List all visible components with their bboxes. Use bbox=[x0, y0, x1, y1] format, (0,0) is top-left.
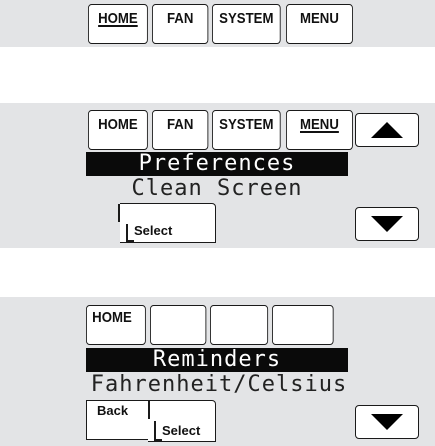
blank-softkey-4[interactable] bbox=[272, 305, 334, 345]
back-button[interactable]: Back bbox=[86, 400, 152, 440]
select-button[interactable]: Select bbox=[148, 400, 216, 442]
home-softkey[interactable]: HOME bbox=[86, 305, 146, 345]
menu-softkey[interactable]: MENU bbox=[286, 4, 353, 44]
menu-item-next[interactable]: Clean Screen bbox=[86, 177, 348, 201]
thermostat-panel-home: HOME FAN SYSTEM MENU bbox=[0, 0, 435, 47]
select-button[interactable]: Select bbox=[118, 203, 216, 243]
triangle-up-icon bbox=[371, 122, 403, 138]
triangle-down-icon bbox=[371, 414, 403, 430]
system-softkey[interactable]: SYSTEM bbox=[212, 110, 281, 150]
blank-softkey-3[interactable] bbox=[210, 305, 269, 345]
menu-item-highlighted[interactable]: Preferences bbox=[86, 152, 348, 176]
menu-item-highlighted[interactable]: Reminders bbox=[86, 348, 348, 372]
system-softkey[interactable]: SYSTEM bbox=[212, 4, 281, 44]
triangle-down-icon bbox=[371, 216, 403, 232]
scroll-up-button[interactable] bbox=[355, 113, 419, 147]
home-softkey[interactable]: HOME bbox=[88, 110, 148, 150]
menu-softkey[interactable]: MENU bbox=[286, 110, 353, 150]
blank-softkey-2[interactable] bbox=[150, 305, 207, 345]
thermostat-panel-menu: HOME FAN SYSTEM MENU Preferences Clean S… bbox=[0, 103, 435, 248]
home-softkey[interactable]: HOME bbox=[88, 4, 148, 44]
thermostat-panel-preferences: HOME Reminders Fahrenheit/Celsius Back S… bbox=[0, 297, 435, 446]
fan-softkey[interactable]: FAN bbox=[152, 4, 209, 44]
scroll-down-button[interactable] bbox=[355, 207, 419, 241]
menu-item-next[interactable]: Fahrenheit/Celsius bbox=[84, 373, 354, 397]
fan-softkey[interactable]: FAN bbox=[152, 110, 209, 150]
scroll-down-button[interactable] bbox=[355, 405, 419, 439]
